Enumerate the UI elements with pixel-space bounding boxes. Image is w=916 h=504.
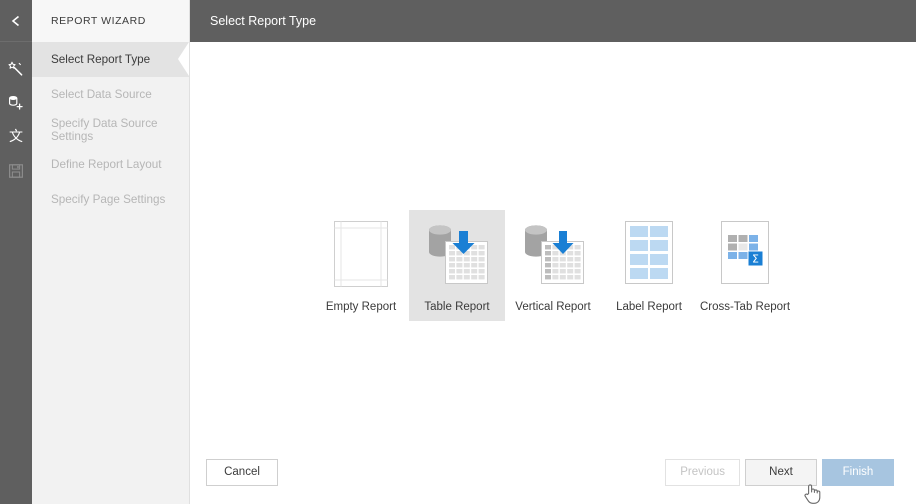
- report-type-table-report[interactable]: Table Report: [409, 210, 505, 321]
- step-label: Select Data Source: [51, 88, 152, 101]
- finish-button[interactable]: Finish: [822, 458, 894, 486]
- cancel-button[interactable]: Cancel: [206, 458, 278, 486]
- report-type-label: Empty Report: [325, 301, 397, 313]
- wizard-panel: REPORT WIZARD Select Report Type Select …: [32, 0, 190, 504]
- report-type-cross-tab-report[interactable]: Σ Cross-Tab Report: [697, 210, 793, 321]
- magic-wand-icon: [7, 60, 25, 78]
- page-content: Empty Report Table Report Vertical Repor…: [190, 42, 916, 504]
- report-type-vertical-report[interactable]: Vertical Report: [505, 210, 601, 321]
- step-label: Specify Page Settings: [51, 193, 166, 206]
- previous-button[interactable]: Previous: [665, 458, 740, 486]
- main-region: Select Report Type Empty Report Table Re…: [190, 0, 916, 504]
- text-glyph-icon: 文: [9, 129, 23, 145]
- wizard-step-specify-data-source-settings[interactable]: Specify Data Source Settings: [32, 112, 189, 147]
- rail-item-wizard[interactable]: [0, 52, 32, 86]
- report-type-list: Empty Report Table Report Vertical Repor…: [190, 210, 916, 321]
- report-type-label: Vertical Report: [515, 301, 591, 313]
- label-report-art: [613, 219, 685, 289]
- report-type-label: Table Report: [424, 301, 490, 313]
- rail-item-localization[interactable]: 文: [0, 120, 32, 154]
- chevron-left-icon: [9, 14, 23, 28]
- database-add-icon: [7, 94, 25, 112]
- report-type-empty-report[interactable]: Empty Report: [313, 210, 409, 321]
- icon-rail: 文: [0, 0, 32, 504]
- wizard-step-define-report-layout[interactable]: Define Report Layout: [32, 147, 189, 182]
- step-label: Specify Data Source Settings: [51, 116, 158, 143]
- cross-tab-report-art: Σ: [709, 219, 781, 289]
- page-title: Select Report Type: [210, 14, 317, 28]
- back-button[interactable]: [0, 0, 32, 42]
- svg-text:Σ: Σ: [752, 253, 759, 266]
- rail-item-data-source[interactable]: [0, 86, 32, 120]
- report-type-label: Label Report: [616, 301, 682, 313]
- vertical-report-art: [517, 219, 589, 289]
- table-report-art: [421, 219, 493, 289]
- next-button[interactable]: Next: [745, 458, 817, 486]
- step-label: Select Report Type: [51, 53, 151, 66]
- report-wizard-window: 文 REPORT WIZARD Select Report Type Selec…: [0, 0, 916, 504]
- rail-item-save[interactable]: [0, 154, 32, 188]
- save-icon: [8, 163, 24, 179]
- wizard-step-select-data-source[interactable]: Select Data Source: [32, 77, 189, 112]
- wizard-step-specify-page-settings[interactable]: Specify Page Settings: [32, 182, 189, 217]
- wizard-footer: Cancel Previous Next Finish: [190, 440, 916, 504]
- page-header: Select Report Type: [190, 0, 916, 42]
- wizard-step-select-report-type[interactable]: Select Report Type: [32, 42, 189, 77]
- empty-report-art: [325, 219, 397, 289]
- report-type-label-report[interactable]: Label Report: [601, 210, 697, 321]
- wizard-title: REPORT WIZARD: [32, 0, 189, 42]
- step-label: Define Report Layout: [51, 158, 162, 171]
- report-type-label: Cross-Tab Report: [699, 301, 791, 313]
